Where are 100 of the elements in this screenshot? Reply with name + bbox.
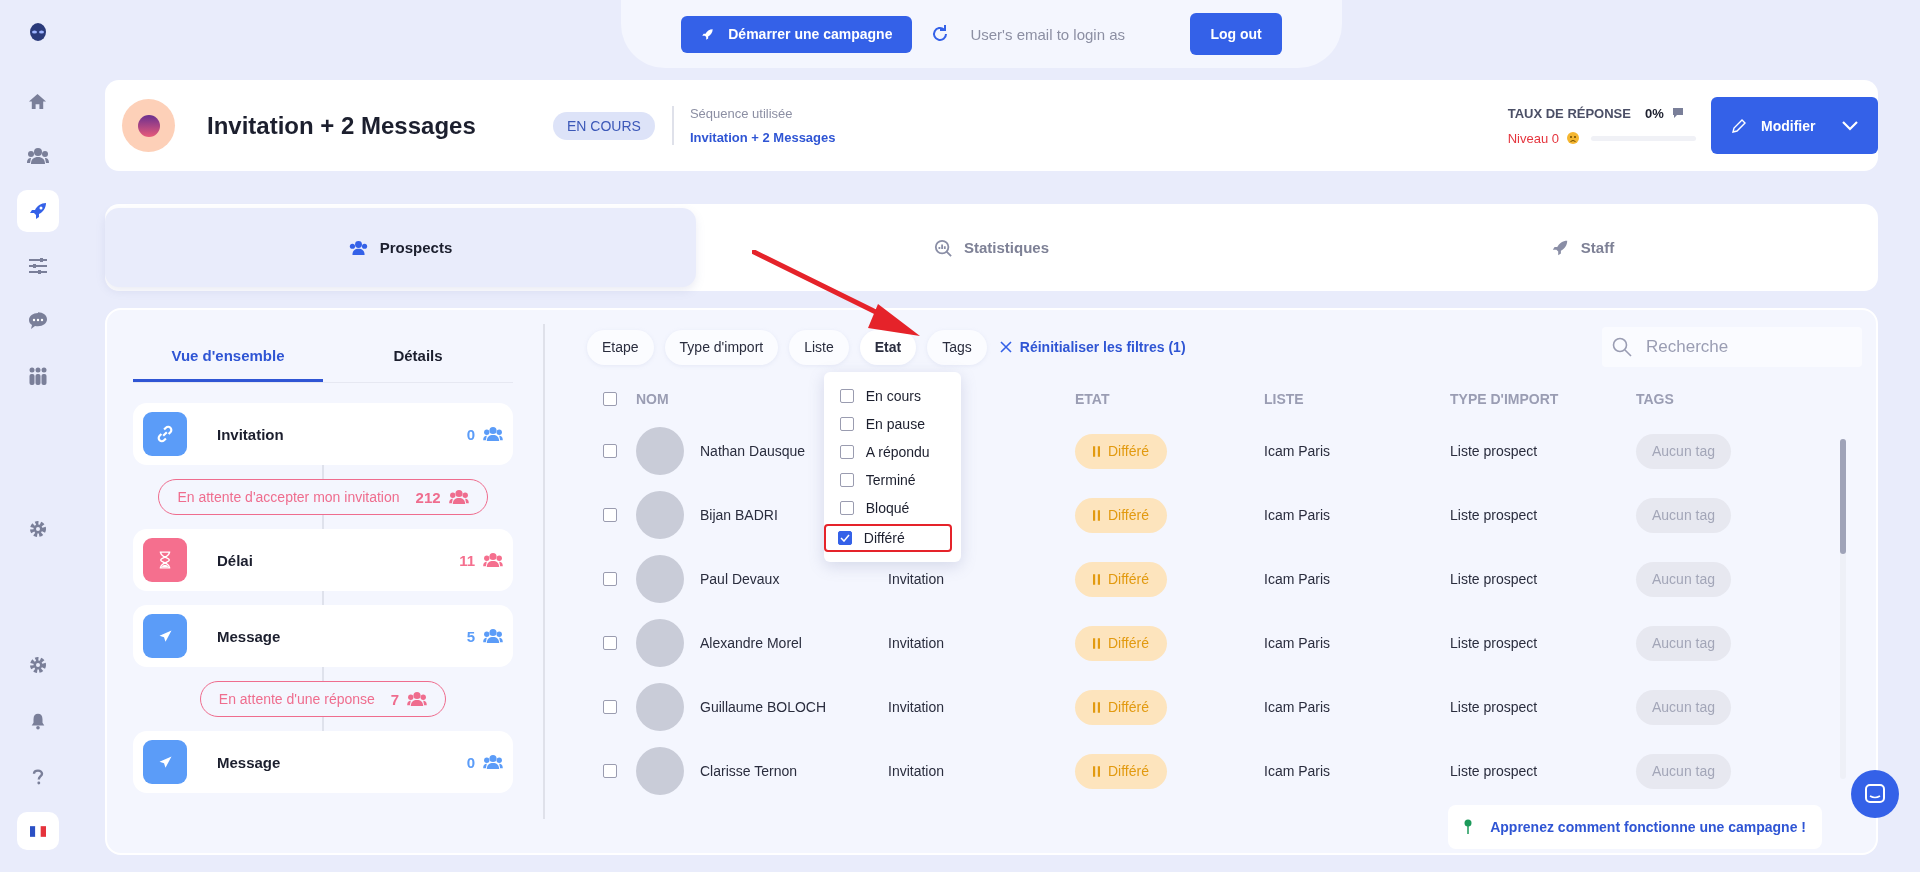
chat-button[interactable]: [1851, 770, 1899, 818]
pause-icon: [1093, 509, 1100, 521]
checkbox[interactable]: [839, 444, 854, 459]
filter-chip[interactable]: Etat: [859, 329, 917, 365]
step-card[interactable]: Message 0: [133, 731, 513, 793]
chat-icon: [1671, 107, 1684, 119]
page-tab[interactable]: Statistiques: [696, 208, 1287, 287]
users-icon: [483, 426, 503, 442]
rocket-icon: [701, 27, 715, 41]
planet-icon: [137, 114, 160, 137]
menu-option[interactable]: A répondu: [837, 439, 944, 464]
users-icon: [26, 147, 49, 165]
menu-option[interactable]: En pause: [837, 411, 944, 436]
step-label: Délai: [217, 551, 254, 569]
response-rate-label: TAUX DE RÉPONSE: [1507, 105, 1631, 121]
sidebar-rocket-button[interactable]: [16, 190, 59, 232]
filter-chip[interactable]: Tags: [927, 329, 987, 365]
sad-face-icon: [1567, 132, 1579, 144]
settings-icon: [27, 655, 48, 675]
list-cell-text: Icam Paris: [1264, 635, 1332, 651]
step-cell-text: Invitation: [888, 635, 946, 651]
column-header: TYPE D'IMPORT: [1450, 391, 1559, 407]
row-checkbox[interactable]: [603, 572, 617, 586]
page-tab[interactable]: Staff: [1287, 208, 1878, 287]
row-checkbox[interactable]: [603, 764, 617, 778]
waiting-label: En attente d'accepter mon invitation: [177, 489, 400, 505]
chat-bubble-icon: [27, 311, 48, 331]
prospect-name: Alexandre Morel: [700, 635, 802, 651]
page-tab[interactable]: Prospects: [105, 208, 696, 287]
status-badge: Différé: [1075, 561, 1167, 597]
step-label: Message: [217, 753, 282, 771]
filter-chip[interactable]: Etape: [587, 329, 654, 365]
users-icon: [483, 628, 503, 644]
rocket-icon: [1550, 238, 1569, 257]
chart-search-icon: [934, 238, 952, 257]
step-label: Invitation: [217, 425, 285, 443]
avatar-placeholder: [636, 747, 684, 795]
help-banner[interactable]: Apprenez comment fonctionne une campagne !: [1448, 805, 1822, 849]
list-cell-text: Icam Paris: [1264, 443, 1332, 459]
highlighted-menu-option[interactable]: Différé: [823, 523, 952, 552]
list-cell-text: Icam Paris: [1264, 507, 1332, 523]
step-count: 5: [466, 627, 475, 645]
pencil-icon: [1731, 117, 1747, 134]
step-card[interactable]: Invitation 0: [133, 403, 513, 465]
users-icon: [407, 691, 428, 707]
scrollbar-thumb[interactable]: [1840, 439, 1846, 554]
home-icon: [28, 91, 47, 111]
tag-pill: Aucun tag: [1636, 753, 1732, 789]
waiting-count: 7: [390, 690, 400, 708]
sequence-link[interactable]: Invitation + 2 Messages: [689, 130, 836, 145]
alien-logo-icon[interactable]: [27, 22, 48, 42]
row-checkbox[interactable]: [603, 636, 617, 650]
status-badge: Différé: [1075, 625, 1167, 661]
check-icon: [839, 533, 850, 542]
menu-option[interactable]: En cours: [837, 383, 944, 408]
sliders-icon: [27, 257, 48, 275]
checkbox[interactable]: [839, 472, 854, 487]
row-checkbox[interactable]: [603, 444, 617, 458]
edit-button[interactable]: Modifier: [1711, 97, 1878, 154]
filter-chip[interactable]: Liste: [789, 329, 849, 365]
import-type-cell-text: Liste prospect: [1450, 571, 1539, 587]
avatar-placeholder: [636, 619, 684, 667]
row-checkbox[interactable]: [603, 700, 617, 714]
logout-button[interactable]: Log out: [1190, 13, 1282, 55]
menu-option[interactable]: Bloqué: [837, 495, 944, 520]
level-label: Niveau 0: [1507, 130, 1559, 146]
list-cell-text: Icam Paris: [1264, 571, 1332, 587]
pause-icon: [1093, 701, 1100, 713]
checkbox[interactable]: [837, 530, 852, 545]
step-count: 11: [459, 551, 475, 569]
select-all-checkbox[interactable]: [603, 392, 617, 406]
avatar-placeholder: [636, 491, 684, 539]
pause-icon: [1093, 637, 1100, 649]
reset-filters-link[interactable]: Réinitialiser les filtres (1): [999, 339, 1186, 355]
settings-icon: [27, 519, 48, 539]
checkbox[interactable]: [839, 500, 854, 515]
french-flag-icon: [29, 825, 46, 837]
menu-option[interactable]: Terminé: [837, 467, 944, 492]
login-as-field[interactable]: User's email to login as: [968, 24, 1173, 44]
status-badge: Différé: [1075, 753, 1167, 789]
close-icon: [999, 341, 1012, 353]
step-count: 0: [466, 753, 475, 771]
chevron-down-icon: [1842, 120, 1858, 131]
step-card[interactable]: Message 5: [133, 605, 513, 667]
start-campaign-button[interactable]: Démarrer une campagne: [681, 15, 913, 53]
avatar-placeholder: [636, 683, 684, 731]
row-checkbox[interactable]: [603, 508, 617, 522]
checkbox[interactable]: [839, 416, 854, 431]
checkbox[interactable]: [839, 388, 854, 403]
step-card[interactable]: Délai 11: [133, 529, 513, 591]
sequence-label: Séquence utilisée: [689, 106, 794, 121]
waiting-count: 212: [415, 488, 441, 506]
language-button[interactable]: [16, 812, 59, 850]
filter-chip[interactable]: Type d'import: [664, 329, 779, 365]
search-field[interactable]: Recherche: [1602, 327, 1862, 367]
pin-icon: [1464, 819, 1473, 835]
chat-bubble-icon: [1865, 784, 1885, 804]
rocket-icon: [27, 201, 48, 221]
overview-tab[interactable]: Détails: [323, 332, 513, 382]
overview-tab[interactable]: Vue d'ensemble: [133, 332, 323, 382]
